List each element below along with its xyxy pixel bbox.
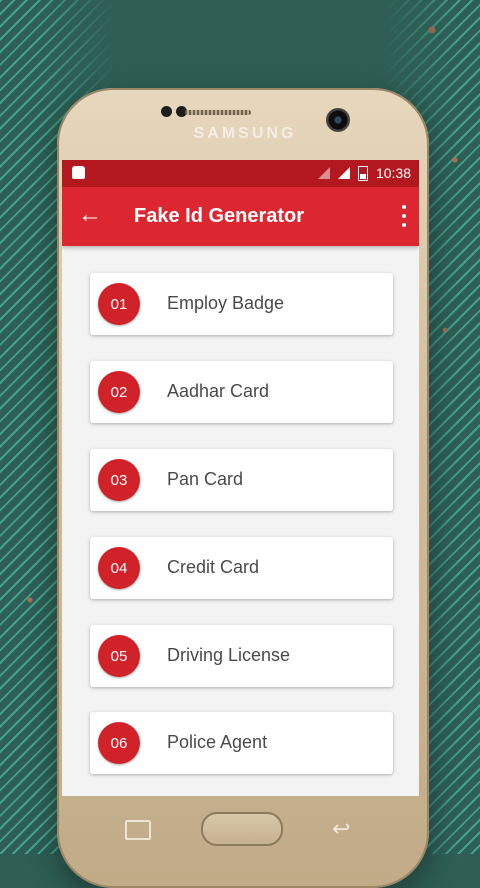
list-item-label: Pan Card (167, 469, 244, 489)
wifi-signal-icon (317, 167, 330, 179)
item-number-badge: 05 (98, 635, 140, 677)
app-screen: 10:38 ← Fake Id Generator 01 Employ Badg… (62, 160, 419, 796)
home-button[interactable] (201, 812, 283, 846)
list-item[interactable]: 04 Credit Card (90, 537, 393, 599)
app-title: Fake Id Generator (134, 205, 305, 227)
list-item[interactable]: 01 Employ Badge (90, 273, 393, 335)
list-item-label: Driving License (167, 645, 291, 665)
list-item-label: Credit Card (167, 557, 260, 577)
list-item[interactable]: 05 Driving License (90, 625, 393, 687)
back-key-icon[interactable]: ↩ (332, 816, 350, 842)
back-arrow-icon[interactable]: ← (78, 201, 102, 229)
list-item[interactable]: 02 Aadhar Card (90, 361, 393, 423)
list-item[interactable]: 06 Police Agent (90, 712, 393, 774)
overflow-menu-icon[interactable] (399, 205, 409, 227)
list-item-label: Employ Badge (167, 293, 285, 313)
cell-signal-icon (337, 167, 350, 179)
item-number-badge: 06 (98, 722, 140, 764)
sensor-dot (161, 106, 172, 117)
item-number-badge: 02 (98, 371, 140, 413)
list-item[interactable]: 03 Pan Card (90, 449, 393, 511)
item-number-badge: 01 (98, 283, 140, 325)
android-icon (72, 166, 85, 179)
item-number-badge: 03 (98, 459, 140, 501)
battery-icon (357, 165, 368, 181)
front-camera (326, 108, 350, 132)
list-item-label: Aadhar Card (167, 381, 270, 401)
app-toolbar: ← Fake Id Generator (62, 187, 419, 246)
speaker-grill (185, 110, 251, 115)
status-bar: 10:38 (62, 160, 419, 187)
list-item-label: Police Agent (167, 732, 268, 752)
item-number-badge: 04 (98, 547, 140, 589)
recent-apps-key-icon[interactable] (125, 820, 151, 840)
status-time: 10:38 (375, 165, 411, 181)
status-icons: 10:38 (317, 165, 411, 181)
device-brand: SAMSUNG (193, 125, 297, 142)
